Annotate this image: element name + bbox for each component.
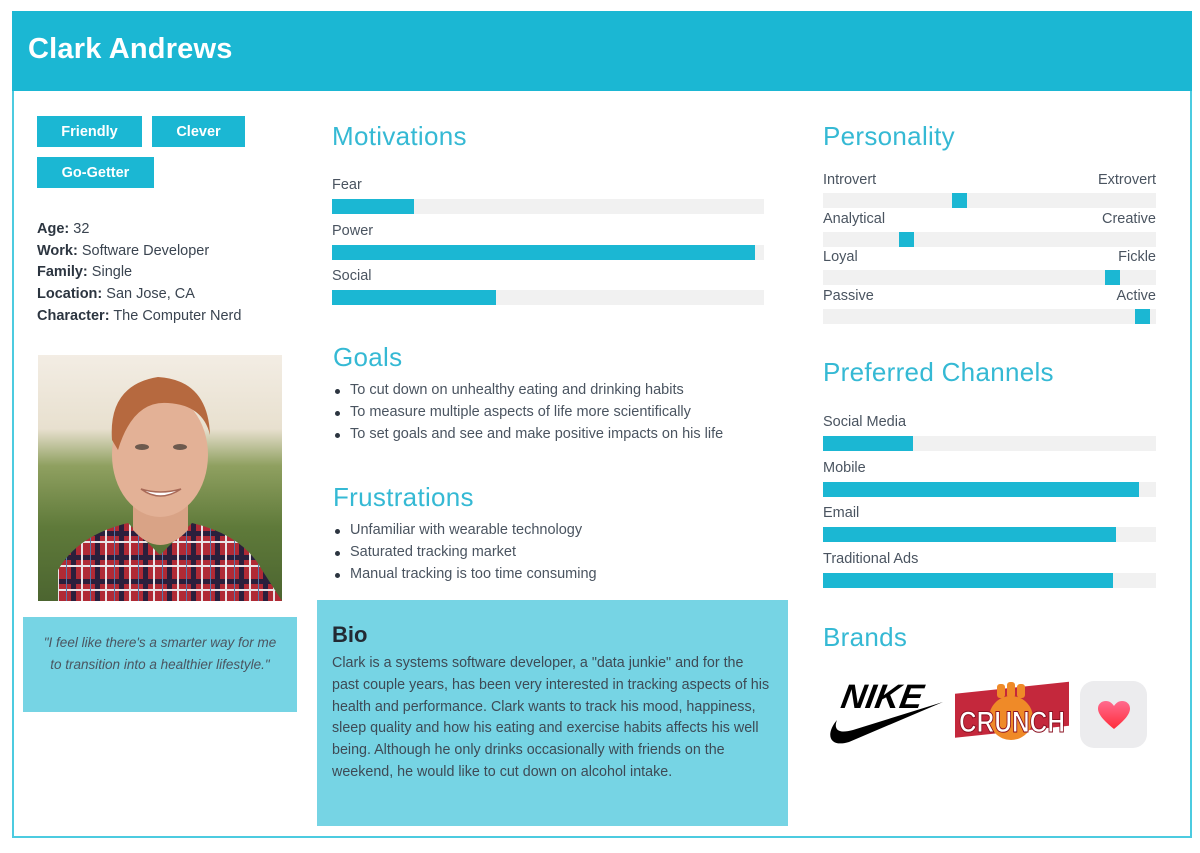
motivation-bar-fill — [332, 290, 497, 305]
personality-right-label: Extrovert — [1097, 172, 1156, 188]
apple-health-heart-icon — [1080, 681, 1147, 748]
crunch-logo-text: CRUNCH — [959, 706, 1065, 739]
brands-title: Brands — [823, 622, 908, 652]
personality-slider-track — [823, 270, 1156, 285]
crunch-logo: CRUNCH — [953, 680, 1071, 757]
frustration-item: Saturated tracking market — [333, 542, 597, 564]
fact-age: Age: 32 — [37, 221, 90, 237]
channel-label: Email — [823, 505, 860, 521]
channel-label: Traditional Ads — [823, 550, 919, 567]
personality-right-label: Creative — [1102, 210, 1156, 227]
channel-bar-track — [823, 527, 1156, 542]
personality-slider-marker — [952, 193, 968, 208]
channel-bar-fill — [823, 572, 1113, 588]
tag-go-getter: Go-Getter — [37, 157, 154, 188]
fact-family: Family: Single — [37, 264, 133, 281]
personality-right-label: Active — [1116, 287, 1157, 304]
motivation-bar-fill — [332, 244, 756, 260]
fact-character: Character: The Computer Nerd — [37, 307, 242, 324]
motivation-label: Fear — [332, 177, 362, 193]
persona-name: Clark Andrews — [28, 33, 233, 65]
header-bar: Clark Andrews — [12, 11, 1192, 91]
goal-item: To set goals and see and make positive i… — [333, 424, 723, 446]
motivation-bar-fill — [332, 199, 415, 214]
channel-bar-fill — [823, 481, 1140, 497]
nike-logo: NIKE — [823, 678, 945, 751]
tag-clever: Clever — [152, 116, 245, 147]
personality-slider-marker — [1105, 270, 1121, 285]
channel-label: Mobile — [823, 459, 866, 476]
fact-location: Location: San Jose, CA — [37, 286, 195, 303]
personality-slider-marker — [898, 231, 914, 247]
personality-right-label: Fickle — [1118, 249, 1156, 265]
bio-title: Bio — [332, 622, 368, 647]
persona-facts: Age: 32 Work: Software Developer Family:… — [37, 219, 241, 328]
channel-bar-track — [823, 436, 1156, 451]
channel-bar-track — [823, 572, 1156, 588]
nike-logo-text: NIKE — [838, 678, 927, 716]
goal-item: To cut down on unhealthy eating and drin… — [333, 380, 723, 402]
bio-text: Clark is a systems software developer, a… — [332, 655, 770, 780]
frustration-item: Manual tracking is too time consuming — [333, 564, 597, 586]
motivation-bar-track — [332, 290, 764, 305]
tag-friendly: Friendly — [37, 116, 142, 147]
motivation-bar-track — [332, 199, 764, 214]
motivation-label: Power — [332, 222, 374, 239]
personality-slider-track — [823, 308, 1156, 324]
motivation-bar-track — [332, 244, 764, 260]
portrait-photo — [38, 355, 282, 601]
channels-title: Preferred Channels — [823, 357, 1054, 387]
channel-bar-fill — [823, 436, 913, 451]
channel-label: Social Media — [823, 414, 907, 430]
channel-bar-fill — [823, 527, 1117, 542]
frustrations-list: Unfamiliar with wearable technology Satu… — [333, 520, 597, 585]
fact-work: Work: Software Developer — [37, 242, 210, 259]
goals-list: To cut down on unhealthy eating and drin… — [333, 380, 723, 445]
persona-quote: "I feel like there's a smarter way for m… — [23, 617, 297, 712]
frustrations-title: Frustrations — [333, 482, 474, 512]
goals-title: Goals — [333, 342, 403, 372]
motivations-title: Motivations — [332, 121, 467, 151]
bio-panel: Bio Clark is a systems software develope… — [317, 600, 788, 826]
personality-slider-track — [823, 231, 1156, 247]
personality-title: Personality — [823, 121, 955, 151]
personality-slider-marker — [1135, 308, 1151, 324]
personality-slider-track — [823, 193, 1156, 208]
goal-item: To measure multiple aspects of life more… — [333, 402, 723, 424]
channel-bar-track — [823, 481, 1156, 497]
motivation-label: Social — [332, 268, 372, 284]
frustration-item: Unfamiliar with wearable technology — [333, 520, 597, 542]
